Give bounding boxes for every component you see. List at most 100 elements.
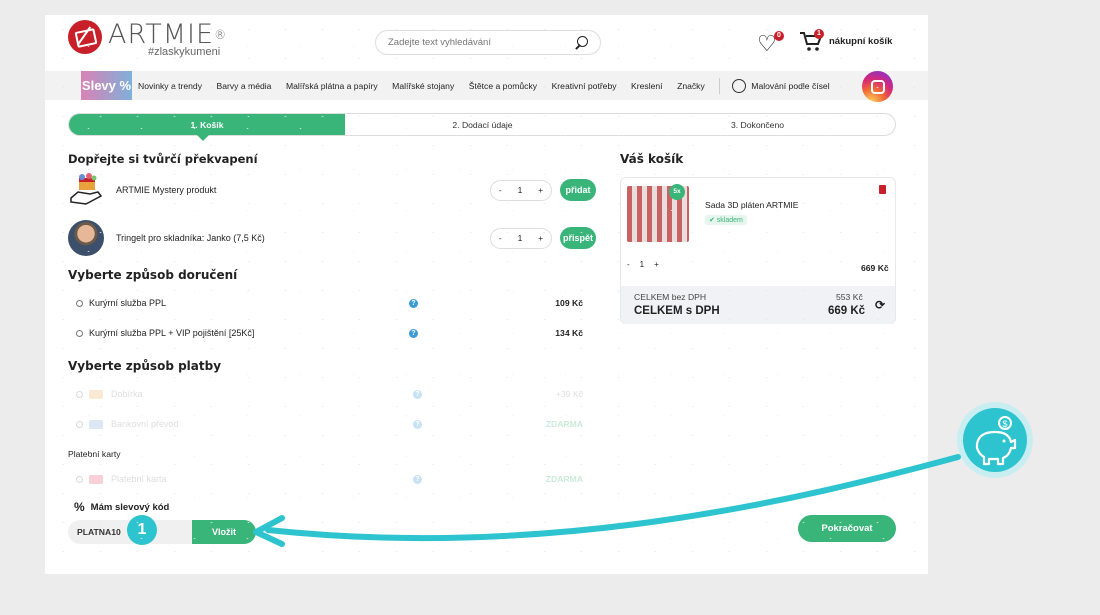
stock-badge: ✔ skladem (705, 215, 747, 225)
radio-button[interactable] (76, 329, 83, 337)
product-badge: 5x (669, 184, 685, 200)
quantity-stepper: - 1 + (490, 227, 552, 249)
main-nav: Slevy % Novinky a trendy Barvy a média M… (45, 71, 928, 100)
gift-hand-icon (70, 173, 103, 205)
palette-icon (732, 78, 747, 93)
payment-price: ZDARMA (545, 474, 583, 484)
cart-button[interactable]: 1 nákupní košík (799, 29, 892, 53)
coupon-title: % Mám slevový kód (74, 500, 169, 514)
quantity-value[interactable]: 1 (640, 260, 644, 269)
delivery-price: 109 Kč (555, 298, 583, 308)
add-mystery-button[interactable]: přidat (560, 179, 596, 201)
apply-coupon-button[interactable]: Vložit (192, 520, 256, 544)
cart-icon: 1 (799, 29, 824, 53)
upsell-name: Tringelt pro skladníka: Janko (7,5 Kč) (116, 233, 265, 243)
increase-button[interactable]: + (538, 233, 543, 243)
cash-icon (89, 389, 103, 399)
avatar (68, 220, 104, 256)
logo-tagline: #zlaskykumeni (148, 46, 221, 58)
search-icon[interactable] (574, 35, 588, 50)
payment-label: Dobírka (111, 389, 143, 399)
delivery-option[interactable]: Kurýrní služba PPL + VIP pojištění [25Kč… (76, 328, 583, 338)
nav-item-easels[interactable]: Malířské stojany (392, 81, 454, 91)
help-icon[interactable]: ? (413, 474, 422, 484)
checkout-page: ARTMIE® #zlaskykumeni ♡ 0 1 nákupní koší… (45, 15, 928, 574)
piggy-bank-icon: $ (963, 408, 1027, 472)
total-no-vat-value: 553 Kč (836, 292, 863, 302)
nav-item-brands[interactable]: Značky (677, 81, 705, 91)
instagram-reels-button[interactable] (862, 71, 893, 102)
nav-paint-label: Malování podle čísel (751, 80, 830, 91)
nav-item-brushes[interactable]: Štětce a pomůcky (469, 81, 537, 91)
cards-label: Platební karty (68, 449, 121, 459)
nav-item-paints[interactable]: Barvy a média (217, 81, 272, 91)
cart-title: Váš košík (620, 152, 684, 166)
payment-label: Bankovní převod (111, 419, 179, 429)
surprise-title: Dopřejte si tvůrčí překvapení (68, 152, 258, 166)
delivery-label: Kurýrní služba PPL + VIP pojištění [25Kč… (89, 328, 255, 338)
artmie-logo-icon (68, 20, 102, 54)
checkout-steps: 1. Košík 2. Dodací údaje 3. Dokončeno (68, 113, 896, 141)
payment-option[interactable]: Dobírka ? +39 Kč (76, 389, 583, 399)
nav-item-drawing[interactable]: Kreslení (631, 81, 663, 91)
svg-text:$: $ (1003, 419, 1008, 429)
step-delivery-details[interactable]: 2. Dodací údaje (345, 114, 620, 135)
favorites-button[interactable]: ♡ 0 (757, 31, 784, 55)
total-vat-value: 669 Kč (828, 305, 866, 317)
increase-button[interactable]: + (654, 260, 659, 269)
step-finished[interactable]: 3. Dokončeno (620, 114, 895, 135)
logo-registered-mark: ® (214, 28, 228, 42)
payment-title: Vyberte způsob platby (68, 359, 222, 373)
total-vat-label: CELKEM s DPH (634, 305, 720, 317)
cart-quantity-stepper: - 1 + (627, 260, 659, 269)
step-number-marker: 1 (127, 515, 157, 545)
payment-label: Platební karta (111, 474, 167, 484)
decrease-button[interactable]: - (499, 185, 502, 195)
decrease-button[interactable]: - (627, 260, 630, 269)
help-icon[interactable]: ? (409, 298, 418, 308)
nav-divider (719, 77, 721, 94)
refresh-icon[interactable]: ⟳ (875, 298, 885, 312)
help-icon[interactable]: ? (413, 419, 422, 429)
payment-price: +39 Kč (556, 389, 583, 399)
search-input[interactable] (388, 37, 575, 48)
nav-item-canvases[interactable]: Malířská plátna a papíry (286, 81, 378, 91)
delivery-option[interactable]: Kurýrní služba PPL ? 109 Kč (76, 298, 583, 308)
radio-button[interactable] (76, 475, 83, 483)
payment-option[interactable]: Platební karta ? ZDARMA (76, 474, 583, 484)
nav-item-sale[interactable]: Slevy % (81, 71, 132, 100)
delivery-label: Kurýrní služba PPL (89, 298, 167, 308)
cart-item-price: 669 Kč (861, 263, 889, 273)
radio-button[interactable] (76, 390, 83, 398)
nav-item-paint-by-numbers[interactable]: Malování podle čísel (732, 78, 830, 93)
coupon-title-label: Mám slevový kód (90, 501, 170, 513)
nav-item-creative[interactable]: Kreativní potřeby (552, 81, 617, 91)
step-cart[interactable]: 1. Košík (69, 114, 345, 141)
cart-item-name[interactable]: Sada 3D pláten ARTMIE (705, 200, 798, 210)
logo[interactable]: ARTMIE® #zlaskykumeni (68, 20, 227, 58)
search-bar (375, 30, 601, 55)
bank-icon (89, 419, 103, 429)
help-icon[interactable]: ? (409, 328, 418, 338)
total-no-vat-label: CELKEM bez DPH (634, 292, 707, 302)
decrease-button[interactable]: - (499, 233, 502, 243)
cart-totals: CELKEM bez DPH 553 Kč CELKEM s DPH 669 K… (621, 286, 895, 324)
trash-icon[interactable] (879, 185, 886, 194)
quantity-value[interactable]: 1 (518, 185, 523, 195)
radio-button[interactable] (76, 299, 83, 307)
increase-button[interactable]: + (538, 185, 543, 195)
delivery-price: 134 Kč (555, 328, 583, 338)
continue-button[interactable]: Pokračovat (798, 515, 896, 542)
upsell-row: Tringelt pro skladníka: Janko (7,5 Kč) -… (68, 220, 596, 256)
radio-button[interactable] (76, 420, 83, 428)
payment-option[interactable]: Bankovní převod ? ZDARMA (76, 419, 583, 429)
cart-count-badge: 1 (814, 29, 824, 39)
help-icon[interactable]: ? (413, 389, 422, 399)
quantity-value[interactable]: 1 (518, 233, 523, 243)
cart-summary: 5x Sada 3D pláten ARTMIE ✔ skladem - 1 +… (620, 177, 896, 324)
cart-label: nákupní košík (829, 35, 893, 47)
upsell-row: ARTMIE Mystery produkt - 1 + přidat (68, 172, 596, 208)
upsell-name: ARTMIE Mystery produkt (116, 185, 217, 195)
nav-item-new[interactable]: Novinky a trendy (138, 81, 202, 91)
tip-button[interactable]: přispět (560, 227, 596, 249)
